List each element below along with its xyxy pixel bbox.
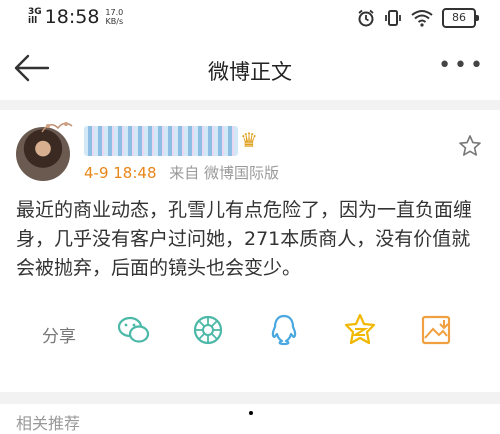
status-right: 86	[357, 8, 479, 28]
qq-icon[interactable]	[266, 312, 302, 348]
battery-level: 86	[452, 11, 466, 24]
post-text: 最近的商业动态，孔雪儿有点危险了，因为一直负面缠身，几乎没有客户过问她，271本…	[16, 199, 473, 279]
status-time: 18:58	[44, 6, 100, 28]
signal-bars-icon: ill	[28, 16, 38, 26]
app-header: 微博正文 •••	[0, 36, 500, 100]
network-speed: 17.0 KB/s	[105, 8, 123, 26]
moments-icon[interactable]	[190, 312, 226, 348]
save-image-icon[interactable]	[418, 312, 454, 348]
post-source: 来自 微博国际版	[169, 164, 280, 182]
related-section-title: 相关推荐	[16, 414, 81, 433]
page-title: 微博正文	[208, 60, 292, 84]
share-bar: 分享	[0, 312, 500, 356]
wifi-icon	[411, 10, 433, 27]
status-left: 3G ill 18:58 17.0 KB/s	[28, 6, 123, 28]
speed-unit: KB/s	[105, 17, 124, 26]
post-meta: 4-9 18:48 来自 微博国际版	[84, 162, 279, 183]
vip-crown-icon: ♛	[240, 128, 258, 152]
page-indicator-dot	[249, 411, 253, 415]
post-date: 4-9 18:48	[84, 164, 157, 182]
network-indicator: 3G ill	[28, 8, 42, 26]
status-bar: 3G ill 18:58 17.0 KB/s 86	[0, 0, 500, 36]
wechat-icon[interactable]	[116, 312, 152, 348]
section-divider-bottom	[0, 392, 500, 404]
battery-icon: 86	[442, 8, 479, 28]
username-mosaic[interactable]	[84, 126, 238, 156]
qzone-icon[interactable]	[342, 312, 378, 348]
section-divider	[0, 100, 500, 110]
avatar-decoration-icon	[41, 122, 73, 133]
speed-value: 17.0	[105, 8, 124, 17]
share-label: 分享	[42, 327, 76, 347]
vibrate-icon	[385, 10, 401, 26]
favorite-star-icon[interactable]	[458, 134, 482, 158]
alarm-icon	[358, 9, 374, 27]
more-dots-icon[interactable]: •••	[438, 55, 486, 77]
